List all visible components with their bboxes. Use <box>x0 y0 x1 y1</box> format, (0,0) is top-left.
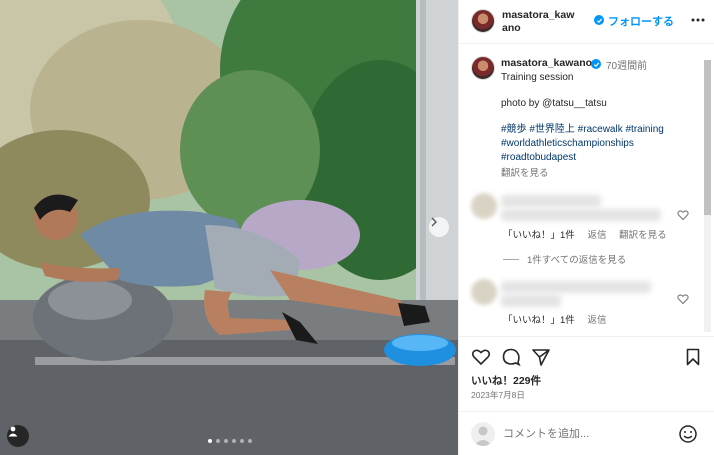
verified-badge-icon <box>594 15 604 25</box>
comment-like-icon[interactable] <box>677 293 689 305</box>
verified-badge-icon <box>591 59 601 69</box>
post-photo[interactable] <box>0 0 458 455</box>
carousel-dot <box>248 439 252 443</box>
comment-bubble-icon[interactable] <box>501 347 521 367</box>
header-username[interactable]: masatora_kawano <box>502 9 578 35</box>
carousel-dot <box>224 439 228 443</box>
carousel-dot <box>232 439 236 443</box>
add-comment-bar <box>459 411 714 455</box>
carousel-dot <box>208 439 212 443</box>
comments-scroll-area[interactable]: masatora_kawano 70週間前 Training session p… <box>459 45 703 335</box>
carousel-dot <box>216 439 220 443</box>
comment-likes[interactable]: 「いいね！」1件 <box>503 230 575 241</box>
chevron-right-icon <box>431 217 437 227</box>
carousel-indicator <box>208 439 252 443</box>
next-photo-button[interactable] <box>429 217 449 237</box>
comment-avatar[interactable] <box>471 279 497 305</box>
comments-scrollbar[interactable] <box>704 60 711 332</box>
current-user-avatar <box>471 422 495 446</box>
post-header: masatora_kawano フォローする <box>459 0 714 44</box>
comment-text-blurred <box>501 209 661 221</box>
caption-timestamp: 70週間前 <box>606 61 648 72</box>
share-send-icon[interactable] <box>531 347 551 367</box>
reply-dash <box>503 258 519 260</box>
comment-likes[interactable]: 「いいね！」1件 <box>503 315 575 326</box>
hashtag-line[interactable]: #競歩 #世界陸上 #racewalk #training <box>501 123 697 137</box>
bookmark-icon[interactable] <box>683 347 703 367</box>
comment-avatar[interactable] <box>471 193 497 219</box>
post-side-panel: masatora_kawano フォローする masatora_kawano 7… <box>458 0 714 455</box>
avatar[interactable] <box>471 9 495 33</box>
post-date: 2023年7月8日 <box>471 390 525 400</box>
hashtag-line[interactable]: #roadtobudapest <box>501 151 697 165</box>
post-likes-count[interactable]: いいね！229件 <box>471 373 541 388</box>
post-actions: いいね！229件 2023年7月8日 <box>459 336 714 404</box>
view-replies-label: 1件すべての返信を見る <box>527 255 627 266</box>
training-photo <box>0 0 458 455</box>
comment-text-blurred <box>501 295 561 307</box>
comment-reply-button[interactable]: 返信 <box>587 230 606 241</box>
scrollbar-thumb[interactable] <box>704 60 711 215</box>
more-options-icon[interactable] <box>690 12 706 28</box>
comment-meta: 「いいね！」1件 返信 翻訳を見る <box>503 227 677 241</box>
emoji-icon[interactable] <box>678 424 698 444</box>
caption-text: Training session photo by @tatsu__tatsu … <box>501 71 697 165</box>
comment-text-blurred <box>501 195 601 207</box>
comment-translate-link[interactable]: 翻訳を見る <box>619 230 667 241</box>
comment-meta: 「いいね！」1件 返信 <box>503 312 616 326</box>
comment-reply-button[interactable]: 返信 <box>587 315 606 326</box>
follow-button[interactable]: フォローする <box>608 13 674 29</box>
caption-line: Training session <box>501 72 574 83</box>
comment-input[interactable] <box>503 425 673 443</box>
carousel-dot <box>240 439 244 443</box>
hashtag-line[interactable]: #worldathleticschampionships <box>501 137 697 151</box>
caption-photo-credit[interactable]: photo by @tatsu__tatsu <box>501 97 697 111</box>
like-heart-icon[interactable] <box>471 347 491 367</box>
comment-like-icon[interactable] <box>677 209 689 221</box>
person-icon <box>8 426 18 437</box>
view-replies-button[interactable]: 1件すべての返信を見る <box>503 252 626 266</box>
comment-text-blurred <box>501 281 651 293</box>
caption-translate-link[interactable]: 翻訳を見る <box>501 165 549 179</box>
caption-username[interactable]: masatora_kawano <box>501 57 592 69</box>
tagged-user-button[interactable] <box>7 425 29 447</box>
caption-avatar[interactable] <box>471 56 495 80</box>
default-avatar-icon <box>474 426 492 446</box>
